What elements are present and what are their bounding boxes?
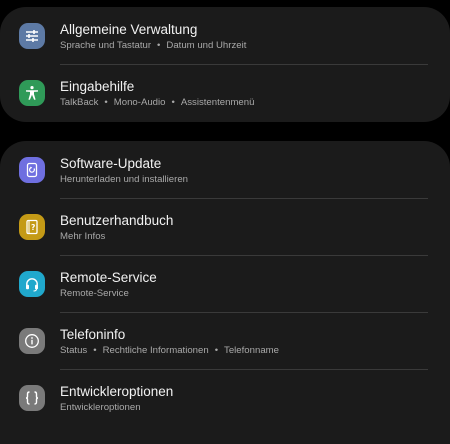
separator-dot: • — [104, 97, 108, 108]
setting-title: Allgemeine Verwaltung — [60, 22, 198, 37]
setting-software-update[interactable]: Software-Update Herunterladen und instal… — [0, 141, 450, 198]
user-manual-icon: ? — [19, 214, 45, 240]
settings-group-general: Allgemeine Verwaltung Sprache und Tastat… — [0, 7, 450, 122]
setting-title: Telefoninfo — [60, 327, 126, 342]
subtitle-part: Entwickleroptionen — [60, 402, 141, 413]
separator-dot: • — [214, 345, 219, 356]
info-icon — [19, 328, 45, 354]
subtitle-part: Assistentenmenü — [180, 97, 255, 108]
subtitle-part: Rechtliche Informationen — [102, 345, 209, 356]
subtitle-part: Herunterladen und installieren — [60, 174, 188, 185]
svg-text:?: ? — [31, 223, 35, 232]
setting-developer-options[interactable]: Entwickleroptionen Entwickleroptionen — [0, 369, 450, 426]
subtitle-part: Remote-Service — [60, 288, 129, 299]
braces-icon — [19, 385, 45, 411]
setting-remote-service[interactable]: Remote-Service Remote-Service — [0, 255, 450, 312]
setting-phone-info[interactable]: Telefoninfo Status • Rechtliche Informatio… — [0, 312, 450, 369]
setting-general-management[interactable]: Allgemeine Verwaltung Sprache und Tastat… — [0, 7, 450, 64]
separator-dot: • — [171, 97, 175, 108]
subtitle-part: Telefonname — [224, 345, 279, 356]
settings-group-system: Software-Update Herunterladen und instal… — [0, 141, 450, 444]
setting-accessibility[interactable]: Eingabehilfe TalkBack • Mono-Audio • Assiste… — [0, 64, 450, 121]
setting-subtitle: Status • Rechtliche Informationen • Telefonn… — [60, 345, 279, 356]
subtitle-part: Status — [60, 345, 88, 356]
subtitle-part: Sprache und Tastatur — [60, 40, 152, 51]
setting-subtitle: Herunterladen und installieren — [60, 174, 188, 185]
setting-title: Entwickleroptionen — [60, 384, 174, 399]
setting-user-manual[interactable]: ? Benutzerhandbuch Mehr Infos — [0, 198, 450, 255]
setting-subtitle: Entwickleroptionen — [60, 402, 141, 413]
setting-subtitle: TalkBack • Mono-Audio • Assistentenmenü — [60, 97, 254, 108]
setting-title: Benutzerhandbuch — [60, 213, 174, 228]
subtitle-part: Datum und Uhrzeit — [166, 40, 247, 51]
setting-subtitle: Sprache und Tastatur • Datum und Uhrzeit — [60, 40, 246, 51]
subtitle-part: TalkBack — [60, 97, 99, 108]
setting-subtitle: Mehr Infos — [60, 231, 105, 242]
accessibility-person-icon — [19, 80, 45, 106]
subtitle-part: Mono-Audio — [113, 97, 166, 108]
headset-icon — [19, 271, 45, 297]
setting-title: Remote-Service — [60, 270, 157, 285]
separator-dot: • — [157, 40, 161, 51]
software-update-icon — [19, 157, 45, 183]
sliders-icon — [19, 23, 45, 49]
setting-subtitle: Remote-Service — [60, 288, 129, 299]
setting-title: Software-Update — [60, 156, 162, 171]
subtitle-part: Mehr Infos — [60, 231, 106, 242]
separator-dot: • — [93, 345, 97, 356]
setting-title: Eingabehilfe — [60, 79, 135, 94]
